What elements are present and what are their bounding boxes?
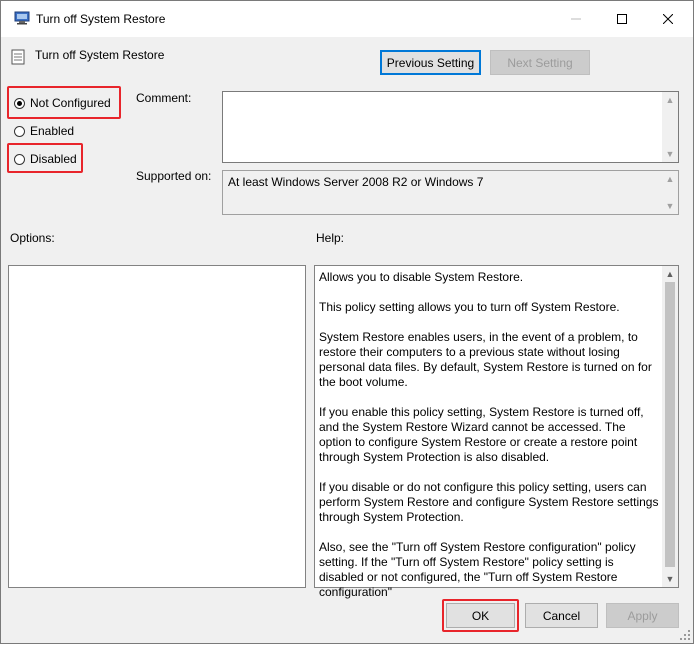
help-paragraph: If you disable or do not configure this … [319,480,659,524]
help-paragraph: This policy setting allows you to turn o… [319,300,620,314]
chevron-down-icon[interactable]: ▼ [663,572,677,586]
options-pane[interactable] [8,265,306,588]
title-bar[interactable]: Turn off System Restore [1,1,693,37]
help-scrollbar[interactable]: ▲ ▼ [662,266,678,587]
supported-on-label: Supported on: [136,169,212,183]
highlight-ok [442,599,519,632]
help-paragraph: If you enable this policy setting, Syste… [319,405,644,464]
next-setting-label: Next Setting [507,55,573,70]
help-paragraph: Allows you to disable System Restore. [319,270,524,284]
comment-label: Comment: [136,91,192,105]
previous-setting-label: Previous Setting [386,55,475,70]
policy-setting-icon [11,49,25,65]
policy-app-icon [14,11,30,25]
minimize-button[interactable] [553,1,599,37]
chevron-up-icon[interactable]: ▲ [663,93,677,107]
chevron-up-icon[interactable]: ▲ [663,172,677,186]
comment-scrollbar[interactable]: ▲ ▼ [662,92,678,162]
close-icon [663,14,673,24]
chevron-down-icon[interactable]: ▼ [663,147,677,161]
help-text: Allows you to disable System Restore. Th… [319,270,659,615]
apply-button[interactable]: Apply [606,603,679,628]
maximize-icon [617,14,627,24]
close-button[interactable] [645,1,691,37]
highlight-not-configured [7,86,121,119]
chevron-up-icon[interactable]: ▲ [663,267,677,281]
chevron-down-icon[interactable]: ▼ [663,199,677,213]
next-setting-button[interactable]: Next Setting [490,50,590,75]
previous-setting-button[interactable]: Previous Setting [380,50,481,75]
cancel-button[interactable]: Cancel [525,603,598,628]
radio-label-enabled: Enabled [30,124,75,138]
resize-grip-icon[interactable] [679,629,691,641]
supported-on-field[interactable]: At least Windows Server 2008 R2 or Windo… [222,170,679,215]
radio-button[interactable] [14,125,25,137]
window-title: Turn off System Restore [36,12,166,26]
maximize-button[interactable] [599,1,645,37]
supported-scrollbar[interactable]: ▲ ▼ [662,171,678,214]
help-label: Help: [316,231,345,245]
policy-name: Turn off System Restore [35,48,165,62]
help-paragraph: Also, see the "Turn off System Restore c… [319,540,636,599]
options-label: Options: [10,231,55,245]
comment-field[interactable]: ▲ ▼ [222,91,679,163]
highlight-disabled [7,143,83,173]
scrollbar-thumb[interactable] [665,282,675,567]
supported-on-value: At least Windows Server 2008 R2 or Windo… [228,175,484,189]
apply-button-label: Apply [627,608,658,623]
cancel-button-label: Cancel [542,608,581,623]
minimize-icon [571,18,581,20]
help-paragraph: System Restore enables users, in the eve… [319,330,652,389]
radio-enabled[interactable]: Enabled [14,124,74,138]
